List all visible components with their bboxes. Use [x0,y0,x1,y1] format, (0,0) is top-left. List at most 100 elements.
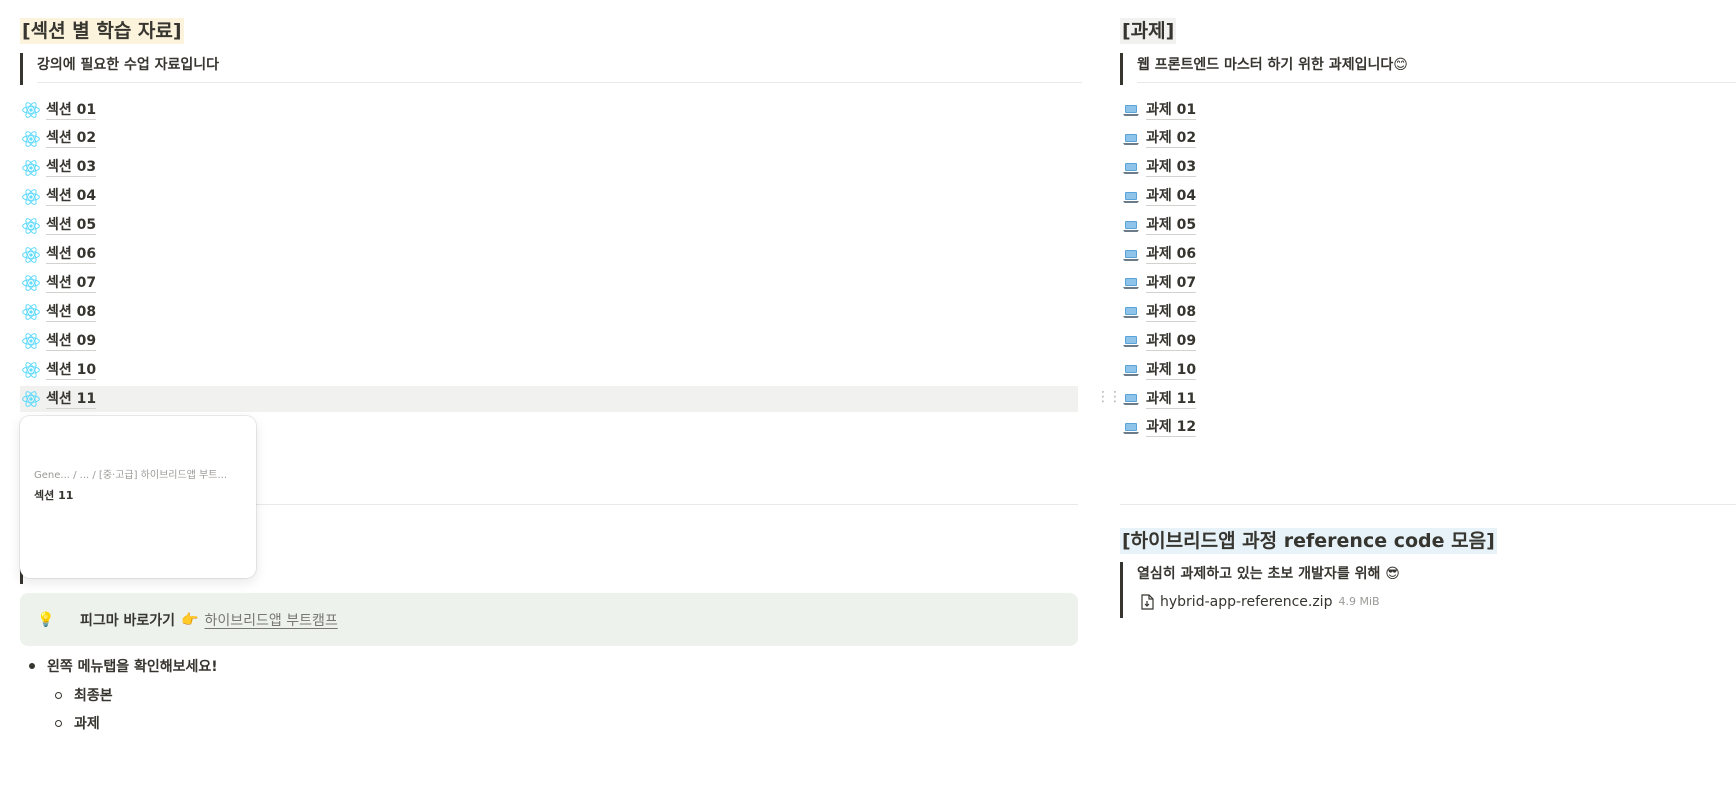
react-atom-icon [22,362,40,379]
laptop-icon [1120,128,1142,150]
react-atom-icon [22,159,40,176]
assignment-link-label: 과제 02 [1146,130,1197,149]
assignment-link-label: 과제 10 [1146,361,1197,380]
section-link-item[interactable]: 섹션 11 [20,386,1078,412]
react-atom-icon [20,215,42,237]
laptop-icon [1120,388,1142,410]
assignment-link-item[interactable]: 과제 07 [1120,270,1197,296]
assignment-link-item[interactable]: 과제 09 [1120,328,1197,354]
assignment-link-item[interactable]: 과제 04 [1120,184,1197,210]
section-link-item[interactable]: 섹션 01 [20,97,97,123]
assignment-link-label: 과제 12 [1146,419,1197,438]
file-icon [1141,594,1154,610]
laptop-icon [1120,215,1142,237]
preview-breadcrumb: Gene... / ... / [중·고급] 하이브리드앱 부트... [34,470,227,481]
react-atom-icon [22,275,40,292]
assignment-link-label: 과제 08 [1146,303,1197,322]
react-atom-icon [22,391,40,407]
divider [1137,82,1736,83]
assignment-link-item[interactable]: 과제 11 [1120,386,1197,412]
react-atom-icon [20,157,42,179]
assignment-link-label: 과제 05 [1146,217,1197,236]
assignment-link-label: 과제 06 [1146,246,1197,264]
laptop-icon [1123,191,1139,203]
assignment-link-item[interactable]: 과제 03 [1120,155,1197,181]
assignment-link-item[interactable]: 과제 06 [1120,242,1197,268]
laptop-icon [1123,394,1139,405]
assignment-link-item[interactable]: 과제 10 [1120,357,1197,383]
section-link-label: 섹션 03 [46,159,97,178]
section-link-item[interactable]: 섹션 02 [20,126,97,152]
section-link-label: 섹션 06 [46,246,97,264]
reference-quote: 열심히 과제하고 있는 초보 개발자를 위해 😎 hybrid-app-refe… [1120,562,1400,618]
laptop-icon [1120,157,1142,179]
figma-link[interactable]: 하이브리드앱 부트캠프 [204,610,337,630]
laptop-icon [1123,278,1139,290]
section-link-item[interactable]: 섹션 05 [20,213,97,239]
laptop-icon [1123,336,1139,348]
laptop-icon [1120,186,1142,208]
section-link-label: 섹션 05 [46,217,97,236]
laptop-icon [1123,105,1139,116]
laptop-icon [1123,162,1139,174]
laptop-icon [1123,249,1139,261]
react-atom-icon [20,128,42,150]
assignment-link-item[interactable]: 과제 01 [1120,97,1197,123]
section-link-item[interactable]: 섹션 08 [20,299,97,325]
laptop-icon [1120,99,1142,121]
assignment-link-label: 과제 11 [1146,390,1197,409]
react-atom-icon [20,388,42,410]
section-link-label: 섹션 08 [46,303,97,322]
laptop-icon [1120,330,1142,352]
section-link-label: 섹션 01 [46,101,97,120]
file-name: hybrid-app-reference.zip [1160,594,1333,610]
assignment-link-item[interactable]: 과제 08 [1120,299,1197,325]
laptop-icon [1120,244,1142,266]
react-atom-icon [22,246,40,263]
react-atom-icon [20,359,42,381]
laptop-icon [1120,272,1142,294]
drag-handle-icon[interactable]: ⋮⋮ [1096,390,1122,404]
section-link-item[interactable]: 섹션 07 [20,270,97,296]
laptop-icon [1123,307,1139,319]
section-link-item[interactable]: 섹션 10 [20,357,97,383]
assignment-link-item[interactable]: 과제 02 [1120,126,1197,152]
reference-heading: [하이브리드앱 과정 reference code 모음] [1120,528,1497,554]
section-link-item[interactable]: 섹션 06 [20,242,97,268]
react-atom-icon [22,130,40,147]
react-atom-icon [20,244,42,266]
bullet-circle [55,691,62,699]
section-materials-quote: 강의에 필요한 수업 자료입니다 [20,53,219,85]
react-atom-icon [20,301,42,323]
bullet-text: 왼쪽 메뉴탭을 확인해보세요! [47,659,218,675]
assignment-link-item[interactable]: 과제 05 [1120,213,1197,239]
divider [37,82,1082,83]
assignment-link-item[interactable]: 과제 12 [1120,415,1197,441]
assignment-link-label: 과제 03 [1146,159,1197,178]
section-link-item[interactable]: 섹션 09 [20,328,97,354]
divider [1120,504,1736,505]
section-link-label: 섹션 07 [46,274,97,293]
file-attachment[interactable]: hybrid-app-reference.zip 4.9 MiB [1140,592,1380,612]
react-atom-icon [22,217,40,234]
bullet-text: 최종본 [74,688,113,704]
section-link-label: 섹션 04 [46,188,97,207]
assignment-link-label: 과제 04 [1146,188,1197,207]
assignments-heading: [과제] [1120,18,1177,44]
bullet-text: 과제 [74,716,100,732]
lightbulb-icon: 💡 [37,611,55,628]
laptop-icon [1120,417,1142,439]
page-preview-popup[interactable]: Gene... / ... / [중·고급] 하이브리드앱 부트... 섹션 1… [20,416,256,578]
section-link-item[interactable]: 섹션 03 [20,155,97,181]
preview-title: 섹션 11 [34,489,74,502]
section-link-label: 섹션 11 [46,390,97,409]
react-atom-icon [20,272,42,294]
react-atom-icon [20,330,42,352]
section-link-item[interactable]: 섹션 04 [20,184,97,210]
laptop-icon [1123,365,1139,377]
figma-callout: 💡 피그마 바로가기 👉 하이브리드앱 부트캠프 [20,593,1078,646]
assignments-quote: 웹 프론트엔드 마스터 하기 위한 과제입니다😊 [1120,53,1408,85]
laptop-icon [1123,220,1139,232]
react-atom-icon [22,188,40,205]
section-link-label: 섹션 02 [46,130,97,149]
